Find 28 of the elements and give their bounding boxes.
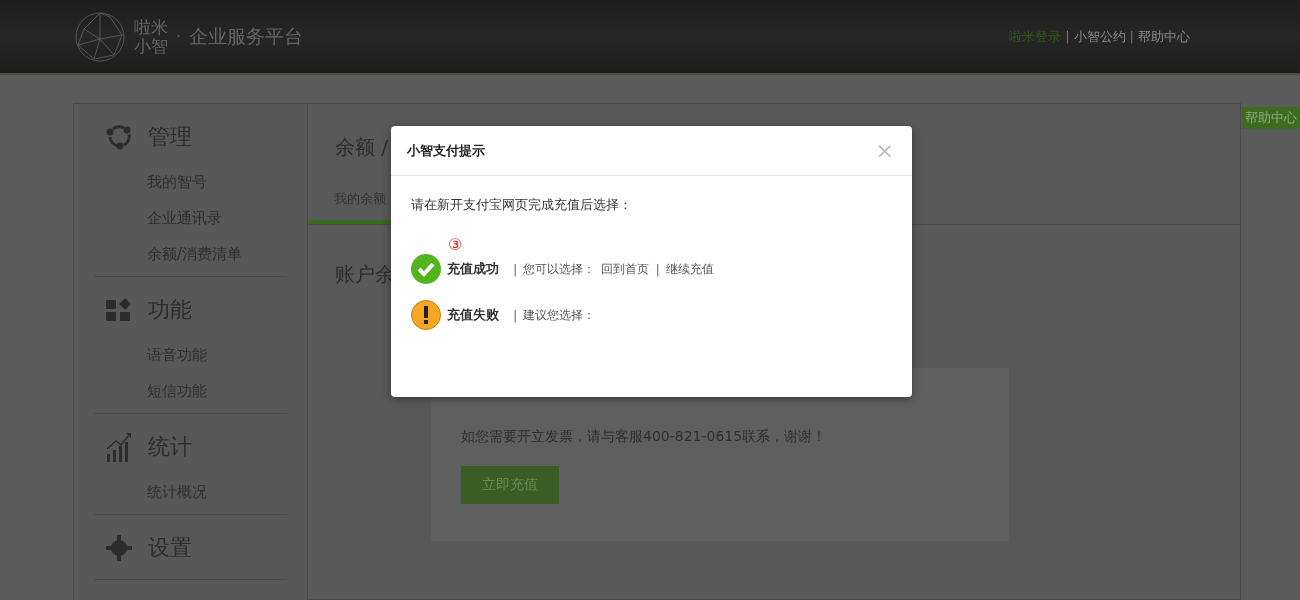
platform-title: 企业服务平台 — [189, 23, 304, 49]
header-link[interactable]: 帮助中心 — [1138, 27, 1190, 46]
link-separator: | — [1065, 29, 1070, 44]
chart-icon — [106, 432, 132, 462]
status-label: 充值失败 — [447, 306, 499, 324]
exclamation-circle-icon — [411, 300, 441, 330]
link-separator: | — [1129, 29, 1134, 44]
separator: | — [513, 261, 518, 277]
separator: | — [655, 261, 660, 277]
gear-icon — [106, 535, 132, 561]
close-button[interactable]: × — [875, 139, 894, 162]
dialog-prompt: 请在新开支付宝网页完成充值后选择： — [411, 196, 633, 214]
option-link[interactable]: 继续充值 — [665, 260, 714, 278]
dialog-title: 小智支付提示 — [407, 141, 485, 160]
help-tab[interactable]: 帮助中心 — [1242, 107, 1300, 129]
header-link[interactable]: 小智公约 — [1073, 27, 1126, 46]
dot: · — [176, 27, 182, 46]
status-label: 充值成功 — [447, 260, 499, 278]
check-circle-icon — [411, 254, 441, 284]
option-prompt: 您可以选择： — [523, 260, 596, 278]
logo-text: 啦米 小智 — [134, 17, 168, 56]
option-prompt: 建议您选择： — [523, 306, 596, 324]
separator: | — [513, 307, 518, 323]
option-link[interactable]: 回到首页 — [601, 260, 650, 278]
step-marker: ③ — [448, 236, 463, 254]
polyhedron-logo-icon — [74, 10, 126, 63]
cycle-icon — [106, 124, 132, 150]
grid-icon — [106, 298, 132, 322]
